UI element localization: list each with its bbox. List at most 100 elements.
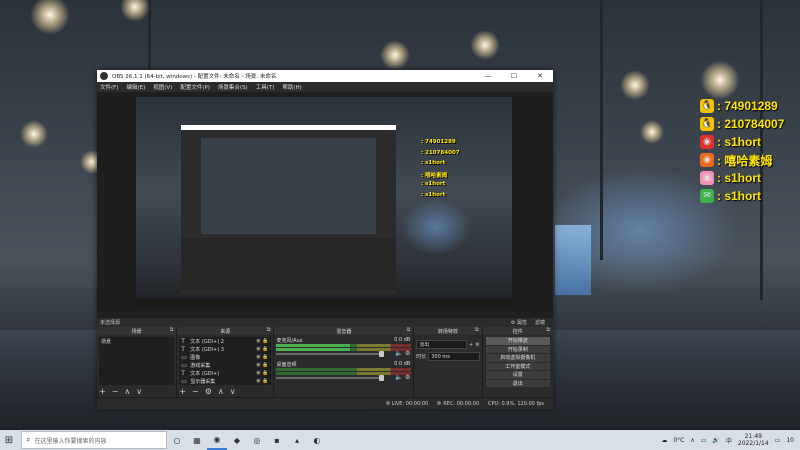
volume-meter (276, 372, 412, 375)
remove-icon[interactable]: − (112, 387, 119, 396)
menu-edit[interactable]: 编辑(E) (126, 83, 145, 91)
widget-icon[interactable]: ▦ (187, 430, 207, 450)
scene-item[interactable]: 场景 (99, 337, 174, 345)
start-virtual-camera-button[interactable]: 启动虚拟摄像机 (485, 354, 550, 362)
transitions-title: 转场特效 (437, 328, 458, 335)
exit-button[interactable]: 退出 (485, 379, 550, 387)
visibility-lock-icons[interactable]: ◉ 🔒 (256, 378, 268, 384)
speaker-icon[interactable]: 🔈 (395, 374, 402, 381)
app-icon[interactable]: ▪ (267, 430, 287, 450)
gear-icon[interactable]: ⚙ (205, 387, 212, 396)
add-icon[interactable]: + (99, 387, 106, 396)
visibility-lock-icons[interactable]: ◉ 🔒 (256, 354, 268, 360)
chrome-icon[interactable]: ◎ (247, 430, 267, 450)
volume-slider[interactable] (276, 375, 384, 381)
maximize-button[interactable]: ☐ (501, 72, 527, 80)
app-icon[interactable]: ◆ (227, 430, 247, 450)
visibility-lock-icons[interactable]: ◉ 🔒 (256, 362, 268, 368)
speaker-icon[interactable]: 🔈 (395, 350, 402, 357)
move-up-icon[interactable]: ∧ (124, 387, 130, 396)
source-item[interactable]: T 文本 (GDI+) ◉ 🔒 (179, 369, 271, 377)
move-down-icon[interactable]: ∨ (230, 387, 236, 396)
weather-temp[interactable]: 0°C (673, 437, 684, 444)
clock[interactable]: 21:49 2022/1/14 (738, 433, 769, 447)
preview-canvas[interactable]: : 74901289 : 210784007 : s1hort : 嘻哈素姆 :… (136, 97, 512, 309)
title-bar: OBS 26.1.1 (64-bit, windows) - 配置文件: 未命名… (97, 70, 553, 82)
gear-icon[interactable]: ⚙ (475, 342, 479, 348)
menu-view[interactable]: 视图(V) (153, 83, 172, 91)
preview-area[interactable]: : 74901289 : 210784007 : s1hort : 嘻哈素姆 :… (97, 92, 553, 318)
source-name: 游戏采集 (190, 362, 211, 369)
source-item[interactable]: T 文本 (GDI+) 3 ◉ 🔒 (179, 345, 271, 353)
visibility-lock-icons[interactable]: ◉ 🔒 (256, 338, 268, 344)
text-source-icon: T (181, 345, 185, 353)
contact-text: : 74901289 (717, 99, 778, 113)
live-indicator-icon (385, 400, 390, 405)
undock-icon[interactable]: ⧉ (267, 327, 271, 333)
windows-start-icon[interactable]: ⊞ (0, 430, 18, 450)
obs-taskbar-icon[interactable]: ◉ (207, 430, 227, 450)
edge-icon[interactable]: ◐ (307, 430, 327, 450)
menu-help[interactable]: 帮助(H) (282, 83, 301, 91)
network-icon[interactable]: ▭ (701, 437, 707, 444)
clock-time: 21:49 (744, 433, 762, 440)
taskbar-search-box[interactable]: ⌕ 在这里输入你要搜索的内容 (21, 431, 167, 449)
add-icon[interactable]: + (179, 387, 186, 396)
duration-input[interactable]: 300 ms (428, 352, 480, 361)
source-item[interactable]: T 文本 (GDI+) 2 ◉ 🔒 (179, 337, 271, 345)
source-item[interactable]: ▭ 游戏采集 ◉ 🔒 (179, 361, 271, 369)
weibo-icon: ◉ (700, 153, 714, 167)
start-streaming-button[interactable]: 开始推流 (485, 337, 550, 345)
gear-icon[interactable]: ⚙ (405, 350, 410, 357)
transition-type-row: 淡出 + ⚙ (416, 340, 480, 349)
add-icon[interactable]: + (469, 342, 473, 348)
weather-icon[interactable]: ☁ (661, 437, 667, 444)
undock-icon[interactable]: ⧉ (170, 327, 174, 333)
settings-button[interactable]: 设置 (485, 371, 550, 379)
transition-select[interactable]: 淡出 (416, 340, 467, 349)
close-button[interactable]: ✕ (527, 72, 553, 80)
undock-icon[interactable]: ⧉ (407, 327, 411, 333)
source-item[interactable]: ▭ 图像 ◉ 🔒 (179, 353, 271, 361)
contact-text: : 210784007 (717, 117, 785, 131)
sources-footer: + − ⚙ ∧ ∨ (179, 386, 241, 396)
language-indicator[interactable]: 中 (726, 436, 732, 445)
source-item[interactable]: ▭ 显示器采集 ◉ 🔒 (179, 377, 271, 385)
cpu-status: CPU: 0.9%, 120.00 fps (488, 400, 544, 407)
mixer-dock: 混音器 ⧉ 麦克风/Aux 0.0 dB 🔈 ⚙ 桌面音频 0.0 dB 🔈 ⚙ (274, 327, 415, 397)
controls-title: 控件 (512, 328, 523, 335)
volume-icon[interactable]: 🔊 (712, 437, 719, 444)
task-view-icon[interactable]: ○ (167, 430, 187, 450)
menu-file[interactable]: 文件(F) (100, 83, 118, 91)
window-title: OBS 26.1.1 (64-bit, windows) - 配置文件: 未命名… (112, 74, 277, 80)
menu-profile[interactable]: 配置文件(P) (180, 83, 210, 91)
volume-slider[interactable] (276, 351, 384, 357)
filters-button[interactable]: 滤镜 (535, 319, 545, 326)
obs-window: OBS 26.1.1 (64-bit, windows) - 配置文件: 未命名… (97, 70, 553, 409)
scenes-list: 场景 (99, 337, 175, 385)
notification-icon[interactable]: ▭ (775, 437, 781, 444)
sources-dock: 来源 ⧉ T 文本 (GDI+) 2 ◉ 🔒 T 文本 (GDI+) 3 ◉ 🔒 ▭ 图像 ◉ … (177, 327, 275, 397)
undock-icon[interactable]: ⧉ (546, 327, 550, 333)
slider-handle[interactable] (378, 351, 384, 357)
app-icon[interactable]: ▴ (287, 430, 307, 450)
visibility-lock-icons[interactable]: ◉ 🔒 (256, 370, 268, 376)
nested-contact: : s1hort (421, 191, 446, 198)
start-recording-button[interactable]: 开始录制 (485, 345, 550, 353)
properties-button[interactable]: ⚙ 属性 (511, 319, 527, 326)
remove-icon[interactable]: − (192, 387, 199, 396)
menu-scene-collection[interactable]: 场景集合(S) (218, 83, 248, 91)
image-source-icon: ▭ (181, 361, 187, 369)
tray-chevron-icon[interactable]: ∧ (690, 437, 694, 444)
scenes-dock: 场景 ⧉ 场景 + − ∧ ∨ (97, 327, 178, 397)
undock-icon[interactable]: ⧉ (475, 327, 479, 333)
slider-handle[interactable] (378, 375, 384, 381)
move-up-icon[interactable]: ∧ (218, 387, 224, 396)
move-down-icon[interactable]: ∨ (136, 387, 142, 396)
gear-icon[interactable]: ⚙ (405, 374, 410, 381)
minimize-button[interactable]: — (475, 72, 501, 80)
menu-tools[interactable]: 工具(T) (256, 83, 275, 91)
visibility-lock-icons[interactable]: ◉ 🔒 (256, 346, 268, 352)
scenes-title: 场景 (131, 328, 142, 335)
studio-mode-button[interactable]: 工作室模式 (485, 362, 550, 370)
